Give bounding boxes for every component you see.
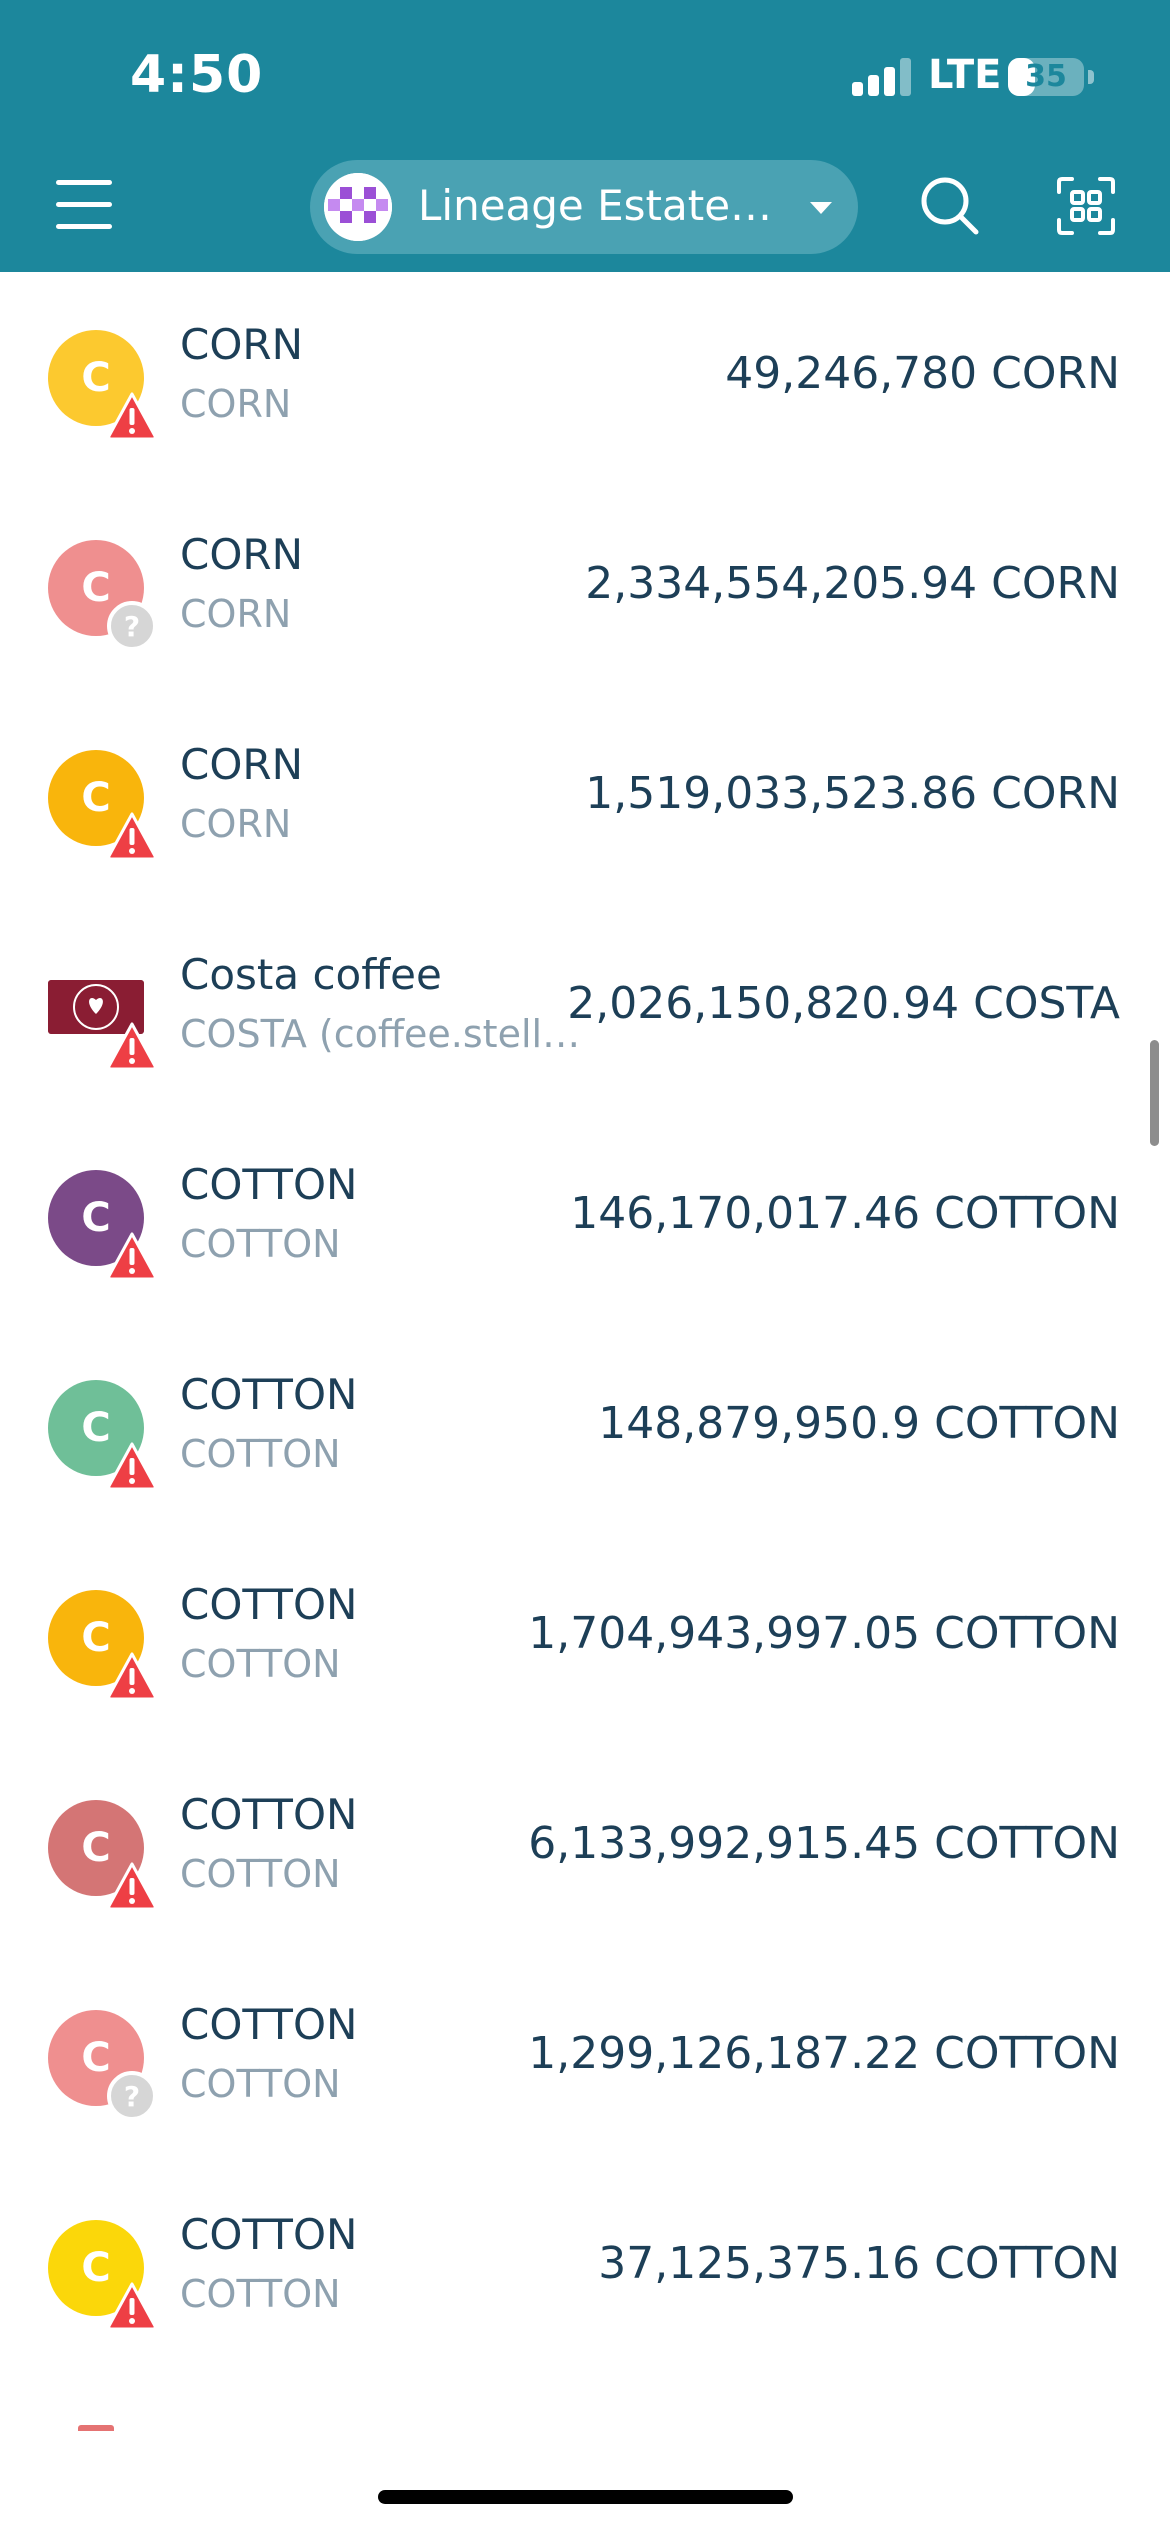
token-symbol: COTTON [180,1852,341,1896]
token-row[interactable]: C? COTTON COTTON 1,299,126,187.22 COTTON [0,1952,1170,2162]
wallet-selector[interactable]: Lineage Estate… [310,160,858,254]
token-balance: 49,246,780 CORN [725,348,1120,399]
token-balance: 1,299,126,187.22 COTTON [528,2028,1120,2079]
warning-icon [106,1650,158,1702]
svg-text:?: ? [124,2080,140,2113]
token-name: COTTON [180,2000,358,2049]
token-symbol: CORN [180,592,292,636]
token-balance: 6,133,992,915.45 COTTON [528,1818,1120,1869]
token-row[interactable]: C COTTON COTTON 37,125,375.16 COTTON [0,2162,1170,2372]
token-symbol: COTTON [180,2272,341,2316]
home-indicator[interactable] [378,2490,793,2504]
token-name: CORN [180,530,303,579]
token-symbol: COTTON [180,1432,341,1476]
token-row[interactable]: C CORN CORN 1,519,033,523.86 CORN [0,692,1170,902]
token-balance: 37,125,375.16 COTTON [598,2238,1120,2289]
token-symbol: CORN [180,802,292,846]
battery-cap [1088,70,1094,84]
wallet-name: Lineage Estate… [418,181,773,230]
warning-icon [106,1020,158,1072]
qr-scan-icon[interactable] [1056,176,1116,236]
token-name: COTTON [180,2210,358,2259]
warning-icon [106,1860,158,1912]
battery-icon: 35 [1008,58,1084,96]
token-balance: 146,170,017.46 COTTON [570,1188,1120,1239]
token-name: COTTON [180,1370,358,1419]
network-type: LTE [928,52,1002,98]
token-name: Costa coffee [180,950,442,999]
token-row[interactable]: C COTTON COTTON 1,704,943,997.05 COTTON [0,1532,1170,1742]
warning-icon [106,390,158,442]
token-row[interactable]: C? CORN CORN 2,334,554,205.94 CORN [0,482,1170,692]
token-balance: 2,026,150,820.94 COSTA [567,978,1120,1029]
token-row[interactable]: C COTTON COTTON 6,133,992,915.45 COTTON [0,1742,1170,1952]
cellular-signal-icon [852,58,912,96]
token-row[interactable]: Costa coffee COSTA (coffee.stella… 2,026,1… [0,902,1170,1112]
token-balance: 1,704,943,997.05 COTTON [528,1608,1120,1659]
chevron-down-icon [810,202,832,214]
token-symbol: COSTA (coffee.stella… [180,1012,590,1056]
warning-icon [106,2280,158,2332]
partial-token-icon [78,2425,114,2431]
token-symbol: CORN [180,382,292,426]
warning-icon [106,1440,158,1492]
warning-icon [106,1230,158,1282]
battery-percent: 35 [1025,59,1067,94]
token-name: COTTON [180,1580,358,1629]
wallet-avatar [324,173,392,241]
question-mark-icon: ? [106,2070,158,2122]
menu-button[interactable] [56,180,112,230]
token-balance: 148,879,950.9 COTTON [598,1398,1120,1449]
token-row[interactable]: C COTTON COTTON 146,170,017.46 COTTON [0,1112,1170,1322]
token-row[interactable]: C COTTON COTTON 148,879,950.9 COTTON [0,1322,1170,1532]
token-name: CORN [180,320,303,369]
token-symbol: COTTON [180,2062,341,2106]
question-mark-icon: ? [106,600,158,652]
token-name: COTTON [180,1160,358,1209]
token-name: CORN [180,740,303,789]
token-list: C CORN CORN 49,246,780 CORN C? CORN CORN 2,334,… [0,272,1170,2432]
token-row[interactable]: C CORN CORN 49,246,780 CORN [0,272,1170,482]
top-bar: 4:50 LTE 35 Lineage Estate… [0,0,1170,272]
token-name: COTTON [180,1790,358,1839]
token-balance: 2,334,554,205.94 CORN [585,558,1120,609]
search-icon[interactable] [918,174,982,238]
token-balance: 1,519,033,523.86 CORN [585,768,1120,819]
scrollbar[interactable] [1150,1040,1159,1146]
token-symbol: COTTON [180,1222,341,1266]
svg-text:?: ? [124,610,140,643]
token-symbol: COTTON [180,1642,341,1686]
warning-icon [106,810,158,862]
status-time: 4:50 [130,45,264,105]
